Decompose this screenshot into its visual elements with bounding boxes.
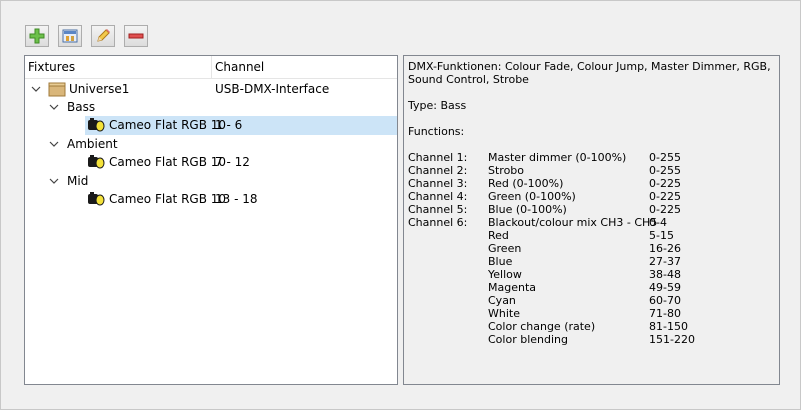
channel-function: Master dimmer (0-100%) [488,151,627,164]
channel-number: Channel 6: [408,216,468,229]
channel-function: Blackout/colour mix CH3 - CH5 [488,216,658,229]
channel-function-row: Yellow 38-48 [408,268,775,281]
group-label: Ambient [67,137,118,151]
channel-function: Green (0-100%) [488,190,576,203]
channel-range: 49-59 [649,281,681,294]
functions-heading: Functions: [408,125,465,138]
chevron-down-icon[interactable] [48,138,60,150]
channel-column-header[interactable]: Channel [215,56,264,78]
channel-range: 38-48 [649,268,681,281]
edit-icon [97,29,110,42]
channel-function-row: Blue 27-37 [408,255,775,268]
remove-icon [128,33,144,39]
channel-function: Red (0-100%) [488,177,564,190]
column-separator[interactable] [211,56,212,78]
fixture-label: Cameo Flat RGB 10 [109,155,227,169]
channel-range: 0-255 [649,151,681,164]
chevron-down-icon[interactable] [48,101,60,113]
channel-function-row: White 71-80 [408,307,775,320]
channel-function-row: Channel 3: Red (0-100%) 0-225 [408,177,775,190]
tree-row-group-ambient[interactable]: Ambient [25,135,397,154]
channel-function: White [488,307,520,320]
fixture-tree[interactable]: Fixtures Channel Universe1 USB-DMX-Inter… [24,55,398,385]
fixture-channel: 13 - 18 [215,192,258,206]
channel-range: 0-255 [649,164,681,177]
properties-icon [62,29,78,43]
fixtures-column-header[interactable]: Fixtures [28,56,75,78]
tree-row-group-bass[interactable]: Bass [25,98,397,117]
universe-label: Universe1 [69,82,130,96]
channel-function-row: Channel 1: Master dimmer (0-100%) 0-255 [408,151,775,164]
fixture-spotlight-icon [88,192,105,206]
channel-function-row: Color blending 151-220 [408,333,775,346]
channel-function: Strobo [488,164,525,177]
channel-function: Color change (rate) [488,320,596,333]
channel-range: 71-80 [649,307,681,320]
fixture-type-text: Type: Bass [408,99,467,112]
channel-range: 27-37 [649,255,681,268]
channel-range: 5-15 [649,229,674,242]
channel-range: 60-70 [649,294,681,307]
channel-function: Yellow [488,268,522,281]
fixture-info-panel: DMX-Funktionen: Colour Fade, Colour Jump… [403,55,780,385]
group-label: Mid [67,174,89,188]
tree-header: Fixtures Channel [25,56,397,79]
chevron-down-icon[interactable] [30,83,42,95]
channel-range: 0-225 [649,177,681,190]
universe-box-icon [48,82,66,97]
remove-fixture-button[interactable] [124,25,148,47]
channel-number: Channel 5: [408,203,468,216]
channel-function: Blue (0-100%) [488,203,567,216]
channel-range: 0-4 [649,216,667,229]
channel-function-table: Channel 1: Master dimmer (0-100%) 0-255 Cha… [408,151,775,346]
add-icon [29,28,45,44]
fixture-channel: 1 - 6 [215,118,243,132]
tree-row-universe[interactable]: Universe1 USB-DMX-Interface [25,80,397,99]
add-fixture-button[interactable] [25,25,49,47]
edit-fixture-button[interactable] [91,25,115,47]
tree-row-fixture-mid[interactable]: Cameo Flat RGB 10 13 - 18 [85,190,397,209]
channel-range: 0-225 [649,203,681,216]
channel-function-row: Channel 5: Blue (0-100%) 0-225 [408,203,775,216]
tree-row-fixture-ambient[interactable]: Cameo Flat RGB 10 7 - 12 [85,153,397,172]
fixture-channel: 7 - 12 [215,155,250,169]
channel-number: Channel 2: [408,164,468,177]
channel-function: Green [488,242,522,255]
channel-function-row: Channel 6: Blackout/colour mix CH3 - CH5 0… [408,216,775,229]
channel-function-row: Channel 2: Strobo 0-255 [408,164,775,177]
channel-number: Channel 3: [408,177,468,190]
channel-function-row: Cyan 60-70 [408,294,775,307]
channel-function: Color blending [488,333,568,346]
tree-row-fixture-bass[interactable]: Cameo Flat RGB 10 1 - 6 [85,116,397,135]
channel-function-row: Magenta 49-59 [408,281,775,294]
fixture-label: Cameo Flat RGB 10 [109,192,227,206]
channel-function-row: Channel 4: Green (0-100%) 0-225 [408,190,775,203]
fixture-properties-button[interactable] [58,25,82,47]
tree-row-group-mid[interactable]: Mid [25,172,397,191]
channel-function-row: Color change (rate) 81-150 [408,320,775,333]
channel-number: Channel 4: [408,190,468,203]
chevron-down-icon[interactable] [48,175,60,187]
toolbar [25,25,148,49]
dmx-functions-text: DMX-Funktionen: Colour Fade, Colour Jump… [408,60,771,86]
fixture-spotlight-icon [88,155,105,169]
group-label: Bass [67,100,96,114]
channel-range: 81-150 [649,320,688,333]
channel-function: Cyan [488,294,516,307]
channel-range: 16-26 [649,242,681,255]
fixture-label: Cameo Flat RGB 10 [109,118,227,132]
channel-function: Magenta [488,281,537,294]
universe-channel: USB-DMX-Interface [215,82,330,96]
channel-function-row: Green 16-26 [408,242,775,255]
channel-function: Red [488,229,509,242]
channel-range: 0-225 [649,190,681,203]
channel-number: Channel 1: [408,151,468,164]
fixture-spotlight-icon [88,118,105,132]
channel-function-row: Red 5-15 [408,229,775,242]
channel-function: Blue [488,255,513,268]
channel-range: 151-220 [649,333,695,346]
